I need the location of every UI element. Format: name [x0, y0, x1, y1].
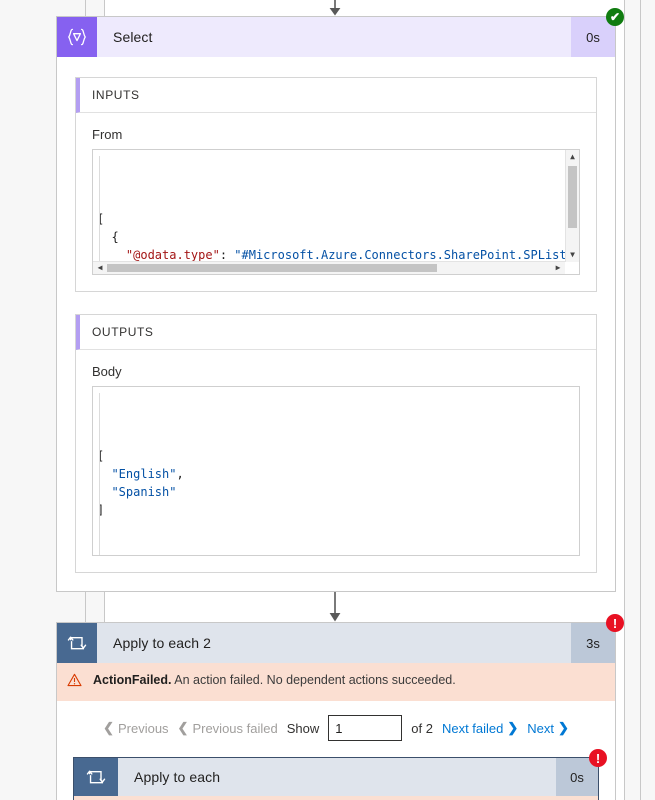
connector-arrow-top [46, 0, 624, 16]
code-line: ] [97, 501, 579, 519]
warning-triangle-glyph [67, 673, 82, 687]
scroll-right-icon[interactable]: ▶ [551, 262, 565, 274]
loop-icon-glyph [86, 770, 106, 784]
apply-to-each-2-error-message: An action failed. No dependent actions s… [171, 673, 456, 687]
code-line: "English", [97, 465, 579, 483]
vertical-scroll-thumb[interactable] [568, 166, 577, 228]
chevron-left-icon: ❮ [103, 720, 114, 735]
apply-to-each-2-error-text: ActionFailed. An action failed. No depen… [93, 672, 456, 689]
inputs-section: INPUTS From [ { "@odata.type": "#Microso… [75, 77, 597, 292]
apply-to-each-2-header[interactable]: Apply to each 2 3s ! [57, 614, 624, 663]
code-gutter-line [99, 156, 100, 274]
code-token: { [111, 230, 119, 244]
pager-previous-failed-label: Previous failed [192, 720, 278, 736]
code-token: "English" [111, 467, 177, 481]
loop-repeat-icon [74, 758, 118, 796]
code-token: "Spanish" [111, 485, 177, 499]
select-braces-filter-icon [57, 17, 97, 57]
scroll-up-icon[interactable]: ▲ [566, 150, 579, 164]
inputs-section-header: INPUTS [76, 78, 596, 113]
body-code-box[interactable]: [ "English", "Spanish"] [92, 386, 580, 556]
down-arrow-icon [329, 592, 341, 622]
flow-canvas: Select 0s ✔ INPUTS From [ {"@odata.type… [56, 0, 624, 800]
pager-next-failed-button[interactable]: Next failed ❯ [442, 720, 518, 736]
nested-action-wrapper: Apply to each 0s ! [57, 749, 615, 800]
action-card-apply-to-each[interactable]: Apply to each 0s ! [73, 749, 607, 800]
status-badge-error: ! [606, 614, 624, 632]
from-code-horizontal-scrollbar[interactable]: ◀ ▶ [93, 261, 565, 274]
code-line: { [97, 228, 579, 246]
chevron-left-icon: ❮ [177, 720, 189, 735]
pager-next-label: Next [527, 720, 555, 736]
flow-column: Select 0s ✔ INPUTS From [ {"@odata.type… [46, 0, 624, 800]
horizontal-scroll-thumb[interactable] [107, 264, 437, 272]
apply-to-each-error-banner: ExpressionEvaluationFailed. The executio… [74, 796, 598, 800]
apply-to-each-title: Apply to each [134, 769, 221, 785]
pager-previous-label: Previous [117, 720, 169, 736]
select-icon-glyph [68, 28, 86, 46]
apply-to-each-2-error-code: ActionFailed. [93, 673, 172, 687]
select-card-header[interactable]: Select 0s ✔ [57, 8, 624, 57]
code-token: "#Microsoft.Azure.Connectors.SharePoint.… [234, 248, 574, 262]
code-gutter-line [99, 393, 100, 555]
action-card-apply-to-each-2[interactable]: Apply to each 2 3s ! ActionFailed. An ac… [56, 614, 624, 800]
code-token: : [219, 248, 235, 262]
pager-show-label: Show [286, 720, 320, 736]
scroll-down-icon[interactable]: ▼ [566, 248, 579, 262]
select-card-title: Select [113, 29, 153, 45]
outputs-section-content: Body [ "English", "Spanish"] [76, 350, 596, 572]
status-badge-error: ! [589, 749, 607, 767]
scroll-left-icon[interactable]: ◀ [93, 262, 107, 274]
pager-previous-button[interactable]: ❮ Previous [103, 720, 168, 736]
run-history-page: Select 0s ✔ INPUTS From [ {"@odata.type… [0, 0, 655, 800]
from-code-vertical-scrollbar[interactable]: ▲ ▼ [565, 150, 579, 262]
from-code-content: [ { "@odata.type": "#Microsoft.Azure.Con… [93, 150, 579, 274]
down-arrow-icon [329, 0, 341, 16]
code-token: , [176, 467, 184, 481]
loop-repeat-icon [57, 623, 97, 663]
status-badge-success: ✔ [606, 8, 624, 26]
body-code-content: [ "English", "Spanish"] [93, 387, 579, 555]
chevron-right-icon: ❯ [558, 720, 569, 735]
code-line: [ [97, 447, 579, 465]
iteration-pager: ❮ Previous ❮ Previous failed Show of 2 N… [57, 701, 615, 757]
code-line: [ [97, 210, 579, 228]
layout-rail-right-inner [624, 0, 625, 800]
loop-icon-glyph [67, 636, 87, 650]
code-token: "@odata.type" [125, 248, 220, 262]
pager-previous-failed-button[interactable]: ❮ Previous failed [178, 720, 278, 736]
pager-next-failed-label: Next failed [441, 720, 504, 736]
warning-triangle-icon [67, 673, 85, 692]
apply-to-each-2-title: Apply to each 2 [113, 635, 212, 651]
body-code-lines: [ "English", "Spanish"] [97, 447, 579, 519]
select-card-body: INPUTS From [ { "@odata.type": "#Microso… [57, 57, 615, 591]
action-card-select[interactable]: Select 0s ✔ INPUTS From [ {"@odata.type… [56, 8, 624, 592]
pager-of-label: of 2 [411, 720, 433, 736]
pager-show-input[interactable] [328, 715, 403, 741]
code-line: "Spanish" [97, 483, 579, 501]
connector-arrow-mid [46, 592, 624, 622]
apply-to-each-2-error-banner: ActionFailed. An action failed. No depen… [57, 663, 615, 701]
body-field-label: Body [92, 364, 122, 379]
inputs-section-content: From [ { "@odata.type": "#Microsoft.Azur… [76, 113, 596, 291]
chevron-right-icon: ❯ [507, 720, 519, 735]
outputs-section-header: OUTPUTS [76, 315, 596, 350]
outputs-section: OUTPUTS Body [ "English", "Spanish"] [75, 314, 597, 573]
from-code-box[interactable]: [ { "@odata.type": "#Microsoft.Azure.Con… [92, 149, 580, 275]
layout-rail-right-outer [640, 0, 641, 800]
apply-to-each-header[interactable]: Apply to each 0s ! [74, 749, 607, 796]
pager-next-button[interactable]: Next ❯ [527, 720, 569, 736]
from-field-label: From [92, 127, 123, 142]
